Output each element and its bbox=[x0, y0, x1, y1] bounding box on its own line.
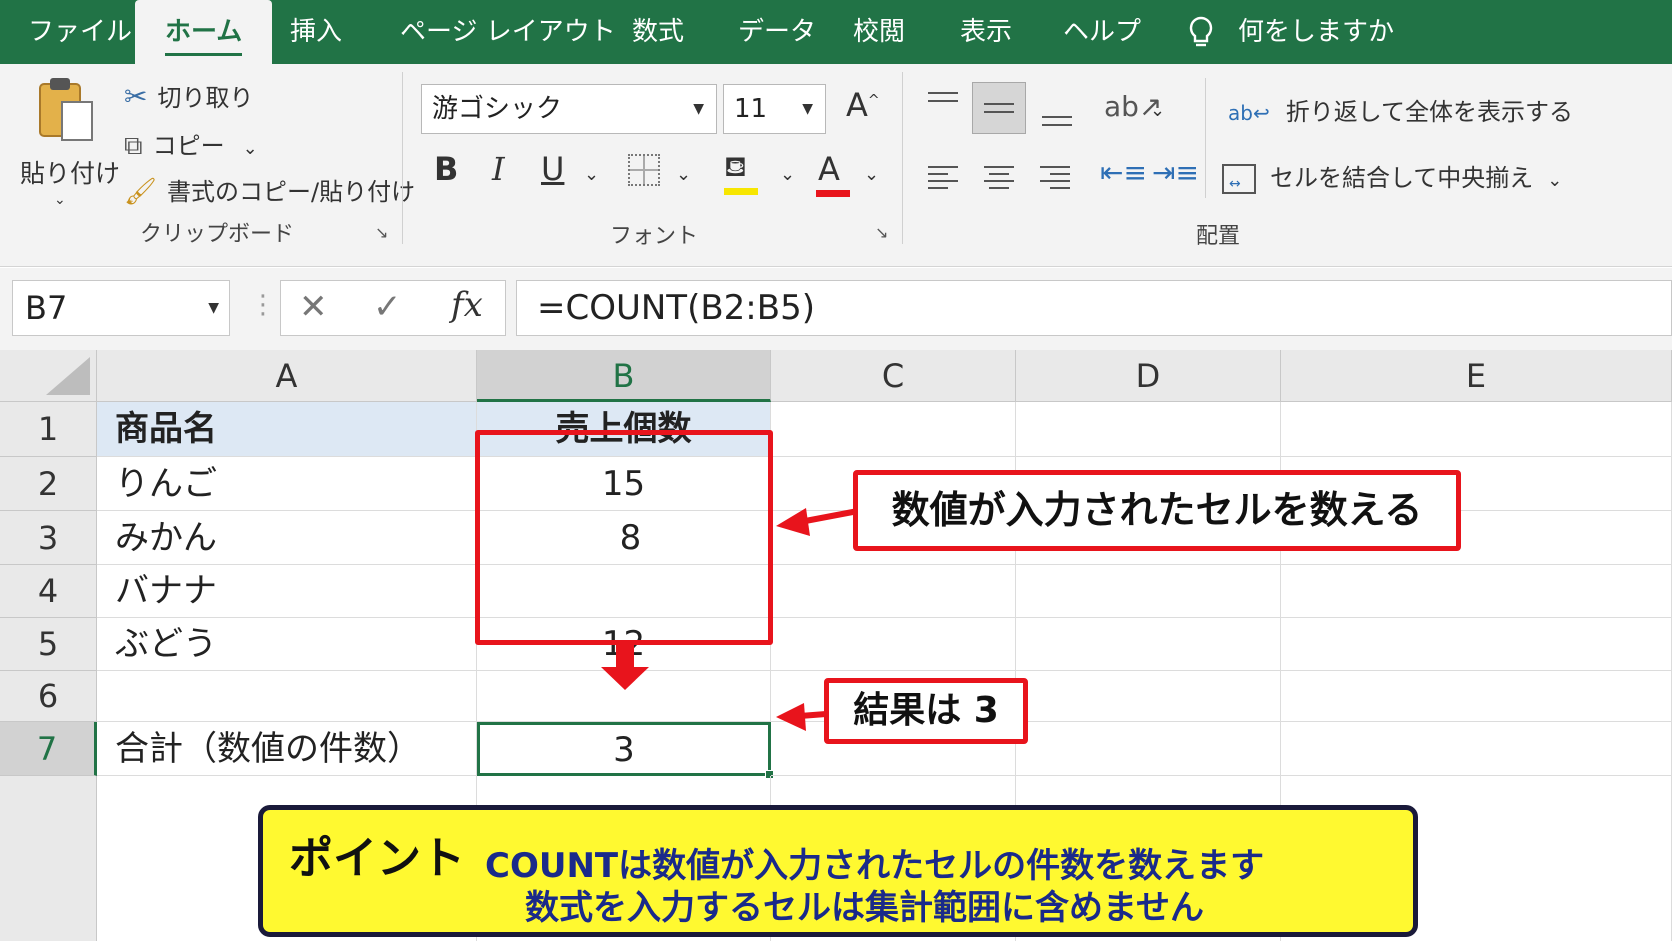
arrow-left-result-icon bbox=[776, 703, 827, 731]
point-box: ポイント COUNTは数値が入力されたセルの件数を数えます 数式を入力するセルは… bbox=[258, 805, 1418, 937]
callout-result-note: 結果は 3 bbox=[824, 678, 1028, 744]
arrow-down-icon bbox=[601, 645, 649, 690]
point-line-2: 数式を入力するセルは集計範囲に含めません bbox=[525, 888, 1204, 928]
point-title: ポイント bbox=[289, 833, 465, 884]
callout-range-note: 数値が入力されたセルを数える bbox=[853, 470, 1461, 551]
arrow-left-range-icon bbox=[776, 508, 859, 536]
